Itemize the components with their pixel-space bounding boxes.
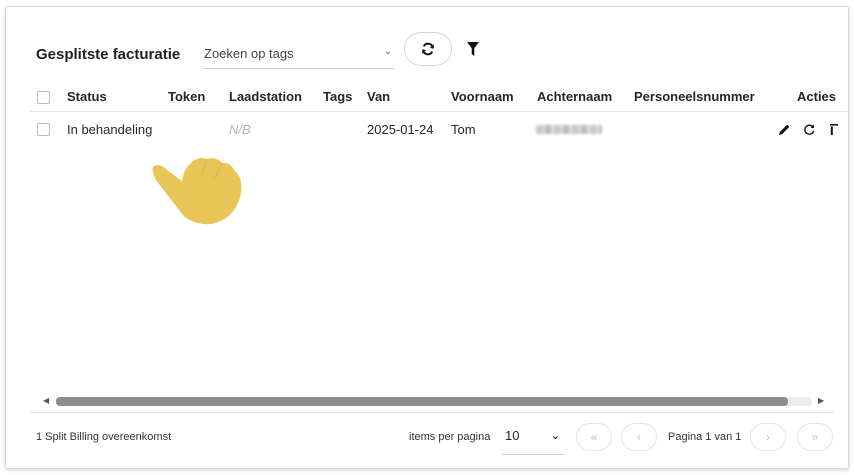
footer-divider [30,412,834,413]
column-header-token[interactable]: Token [168,89,205,104]
hand-pointer-icon [152,158,242,225]
next-page-button[interactable]: › [750,423,786,451]
cell-voornaam: Tom [451,122,476,137]
pencil-icon[interactable] [778,124,790,136]
chevron-left-icon: ‹ [637,430,641,444]
cell-van: 2025-01-24 [367,122,434,137]
cell-status: In behandeling [67,122,153,137]
column-header-laadstation[interactable]: Laadstation [229,89,302,104]
column-header-personeelsnummer[interactable]: Personeelsnummer [634,89,755,104]
column-header-acties: Acties [797,89,837,104]
row-checkbox[interactable] [37,123,50,136]
refresh-icon[interactable] [803,123,815,136]
trash-icon[interactable] [829,123,839,136]
previous-page-button[interactable]: ‹ [621,423,657,451]
scroll-right-arrow[interactable]: ▶ [818,396,824,405]
tag-search-input[interactable] [202,39,372,67]
scrollbar-thumb[interactable] [56,397,788,406]
column-header-voornaam[interactable]: Voornaam [451,89,514,104]
horizontal-scrollbar[interactable] [56,397,812,406]
header-divider [30,111,848,112]
double-chevron-left-icon: « [590,430,598,444]
record-count: 1 Split Billing overeenkomst [36,431,172,443]
chevron-right-icon: › [766,430,770,444]
tag-search-select[interactable]: ⌄ [202,39,394,69]
items-per-page-label: items per pagina [409,431,491,443]
select-all-checkbox[interactable] [37,91,50,104]
cell-laadstation: N/B [229,122,251,137]
page-title: Gesplitste facturatie [36,46,181,63]
filter-icon[interactable] [467,42,479,56]
chevron-down-icon: ⌄ [550,430,560,442]
items-per-page-value: 10 [505,428,520,443]
split-billing-panel: Gesplitste facturatie ⌄ Status Token Laa… [5,6,849,469]
column-header-tags[interactable]: Tags [323,89,352,104]
column-header-status[interactable]: Status [67,89,107,104]
items-per-page-select[interactable]: 10 ⌄ [502,423,564,455]
last-page-button[interactable]: » [797,423,833,451]
column-header-achternaam[interactable]: Achternaam [537,89,612,104]
page-info: Pagina 1 van 1 [668,431,742,443]
chevron-down-icon[interactable]: ⌄ [384,46,392,57]
cell-achternaam-redacted [536,125,602,134]
double-chevron-right-icon: » [811,430,819,444]
column-header-van[interactable]: Van [367,89,390,104]
refresh-button[interactable] [404,32,452,66]
first-page-button[interactable]: « [576,423,612,451]
scroll-left-arrow[interactable]: ◀ [43,396,49,405]
refresh-icon [422,42,434,56]
